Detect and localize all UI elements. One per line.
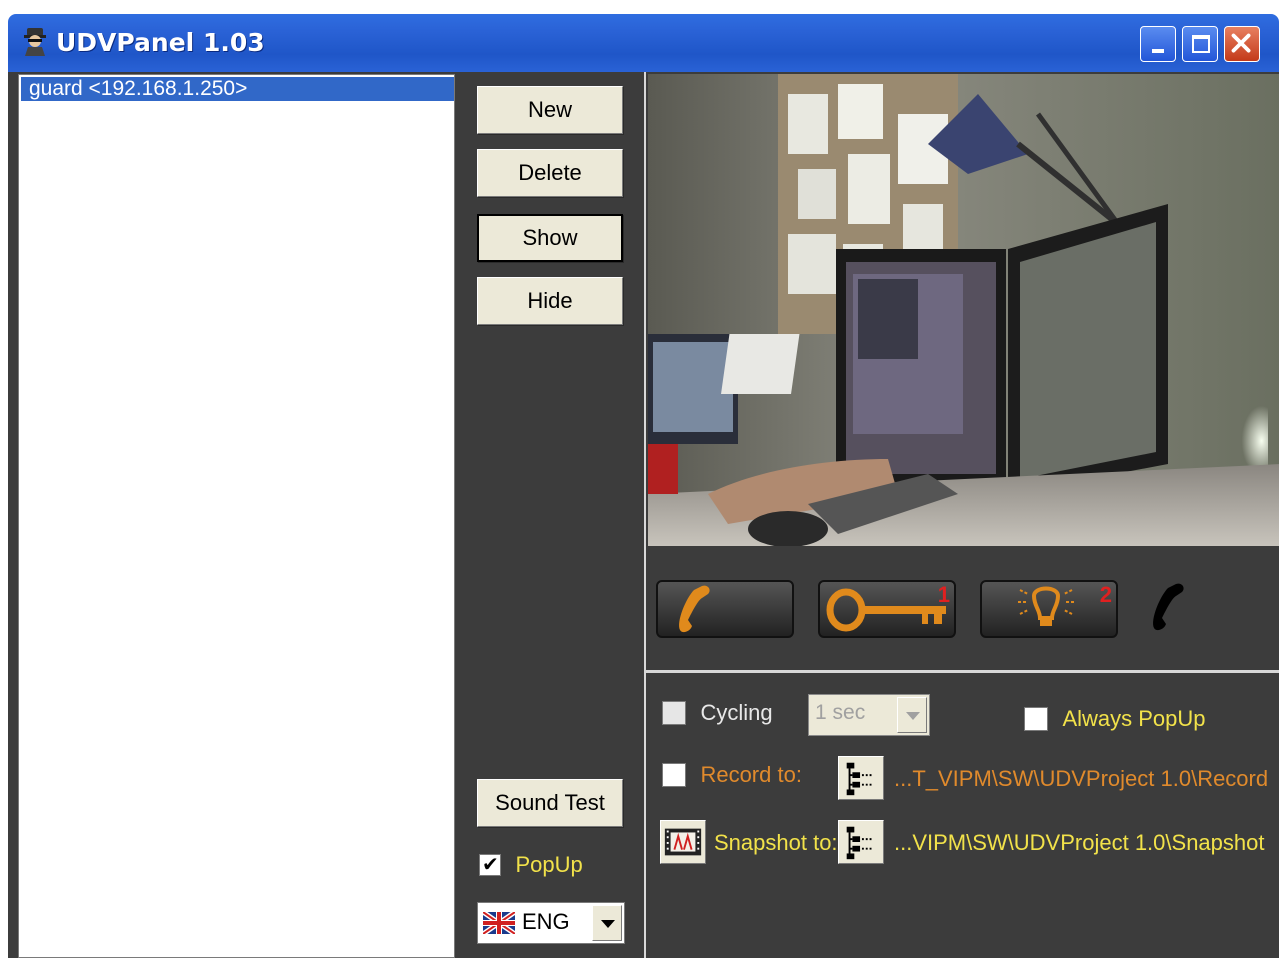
hangup-phone-icon[interactable] [1146, 580, 1186, 634]
close-button[interactable] [1224, 26, 1260, 62]
uk-flag-icon [483, 912, 515, 934]
key-badge: 1 [937, 582, 950, 607]
always-popup-checkbox[interactable] [1024, 707, 1048, 731]
snapshot-label: Snapshot to: [714, 830, 838, 855]
door-key-button[interactable]: 1 [818, 580, 956, 638]
folder-tree-icon [846, 762, 874, 796]
app-guard-icon [24, 28, 46, 56]
cycling-option: Cycling [662, 700, 773, 734]
record-folder-button[interactable] [838, 756, 884, 800]
hide-button[interactable]: Hide [477, 277, 623, 325]
minimize-icon [1152, 49, 1164, 53]
divider [646, 670, 1279, 673]
light-badge: 2 [1099, 582, 1112, 607]
device-list-item[interactable]: guard <192.168.1.250> [21, 77, 454, 101]
maximize-button[interactable] [1182, 26, 1218, 62]
camera-video-feed [648, 74, 1279, 546]
window-title: UDVPanel 1.03 [56, 28, 265, 57]
cycling-interval-select[interactable]: 1 sec [808, 694, 930, 736]
chevron-down-icon[interactable] [592, 905, 622, 941]
cycling-label: Cycling [700, 700, 773, 725]
sound-test-button[interactable]: Sound Test [477, 779, 623, 827]
snapshot-path: ...VIPM\SW\UDVProject 1.0\Snapshot [894, 830, 1265, 855]
snapshot-button[interactable] [660, 820, 706, 864]
light-button[interactable]: 2 [980, 580, 1118, 638]
main-frame: guard <192.168.1.250> New Delete Show Hi… [8, 72, 1279, 958]
close-icon [1231, 33, 1251, 53]
always-popup-label: Always PopUp [1062, 706, 1206, 731]
chevron-down-icon[interactable] [897, 697, 927, 733]
delete-button[interactable]: Delete [477, 149, 623, 197]
maximize-icon [1192, 35, 1210, 53]
film-icon [664, 828, 702, 856]
light-bulb-icon [1018, 586, 1074, 626]
popup-label: PopUp [515, 852, 583, 877]
language-select[interactable]: ENG [477, 902, 625, 944]
folder-tree-icon [846, 826, 874, 860]
key-icon [826, 588, 946, 632]
popup-option: PopUp [479, 852, 583, 878]
cycling-checkbox[interactable] [662, 701, 686, 725]
title-bar: UDVPanel 1.03 [8, 14, 1279, 72]
record-path: ...T_VIPM\SW\UDVProject 1.0\Record [894, 766, 1269, 791]
always-popup-option: Always PopUp [1024, 706, 1206, 740]
button-column: New Delete Show Hide Sound Test PopUp EN… [457, 72, 644, 958]
language-value: ENG [522, 909, 570, 934]
call-button[interactable] [656, 580, 794, 638]
record-label: Record to: [700, 762, 802, 787]
phone-icon [679, 585, 710, 633]
show-button[interactable]: Show [477, 214, 623, 262]
popup-checkbox[interactable] [479, 852, 501, 877]
snapshot-folder-button[interactable] [838, 820, 884, 864]
device-list[interactable]: guard <192.168.1.250> [18, 74, 455, 958]
camera-panel: 1 2 Cycling 1 sec Always PopUp Record to… [644, 72, 1279, 958]
cycling-interval-value: 1 sec [815, 701, 866, 724]
minimize-button[interactable] [1140, 26, 1176, 62]
record-option: Record to: [662, 762, 802, 796]
record-checkbox[interactable] [662, 763, 686, 787]
new-button[interactable]: New [477, 86, 623, 134]
